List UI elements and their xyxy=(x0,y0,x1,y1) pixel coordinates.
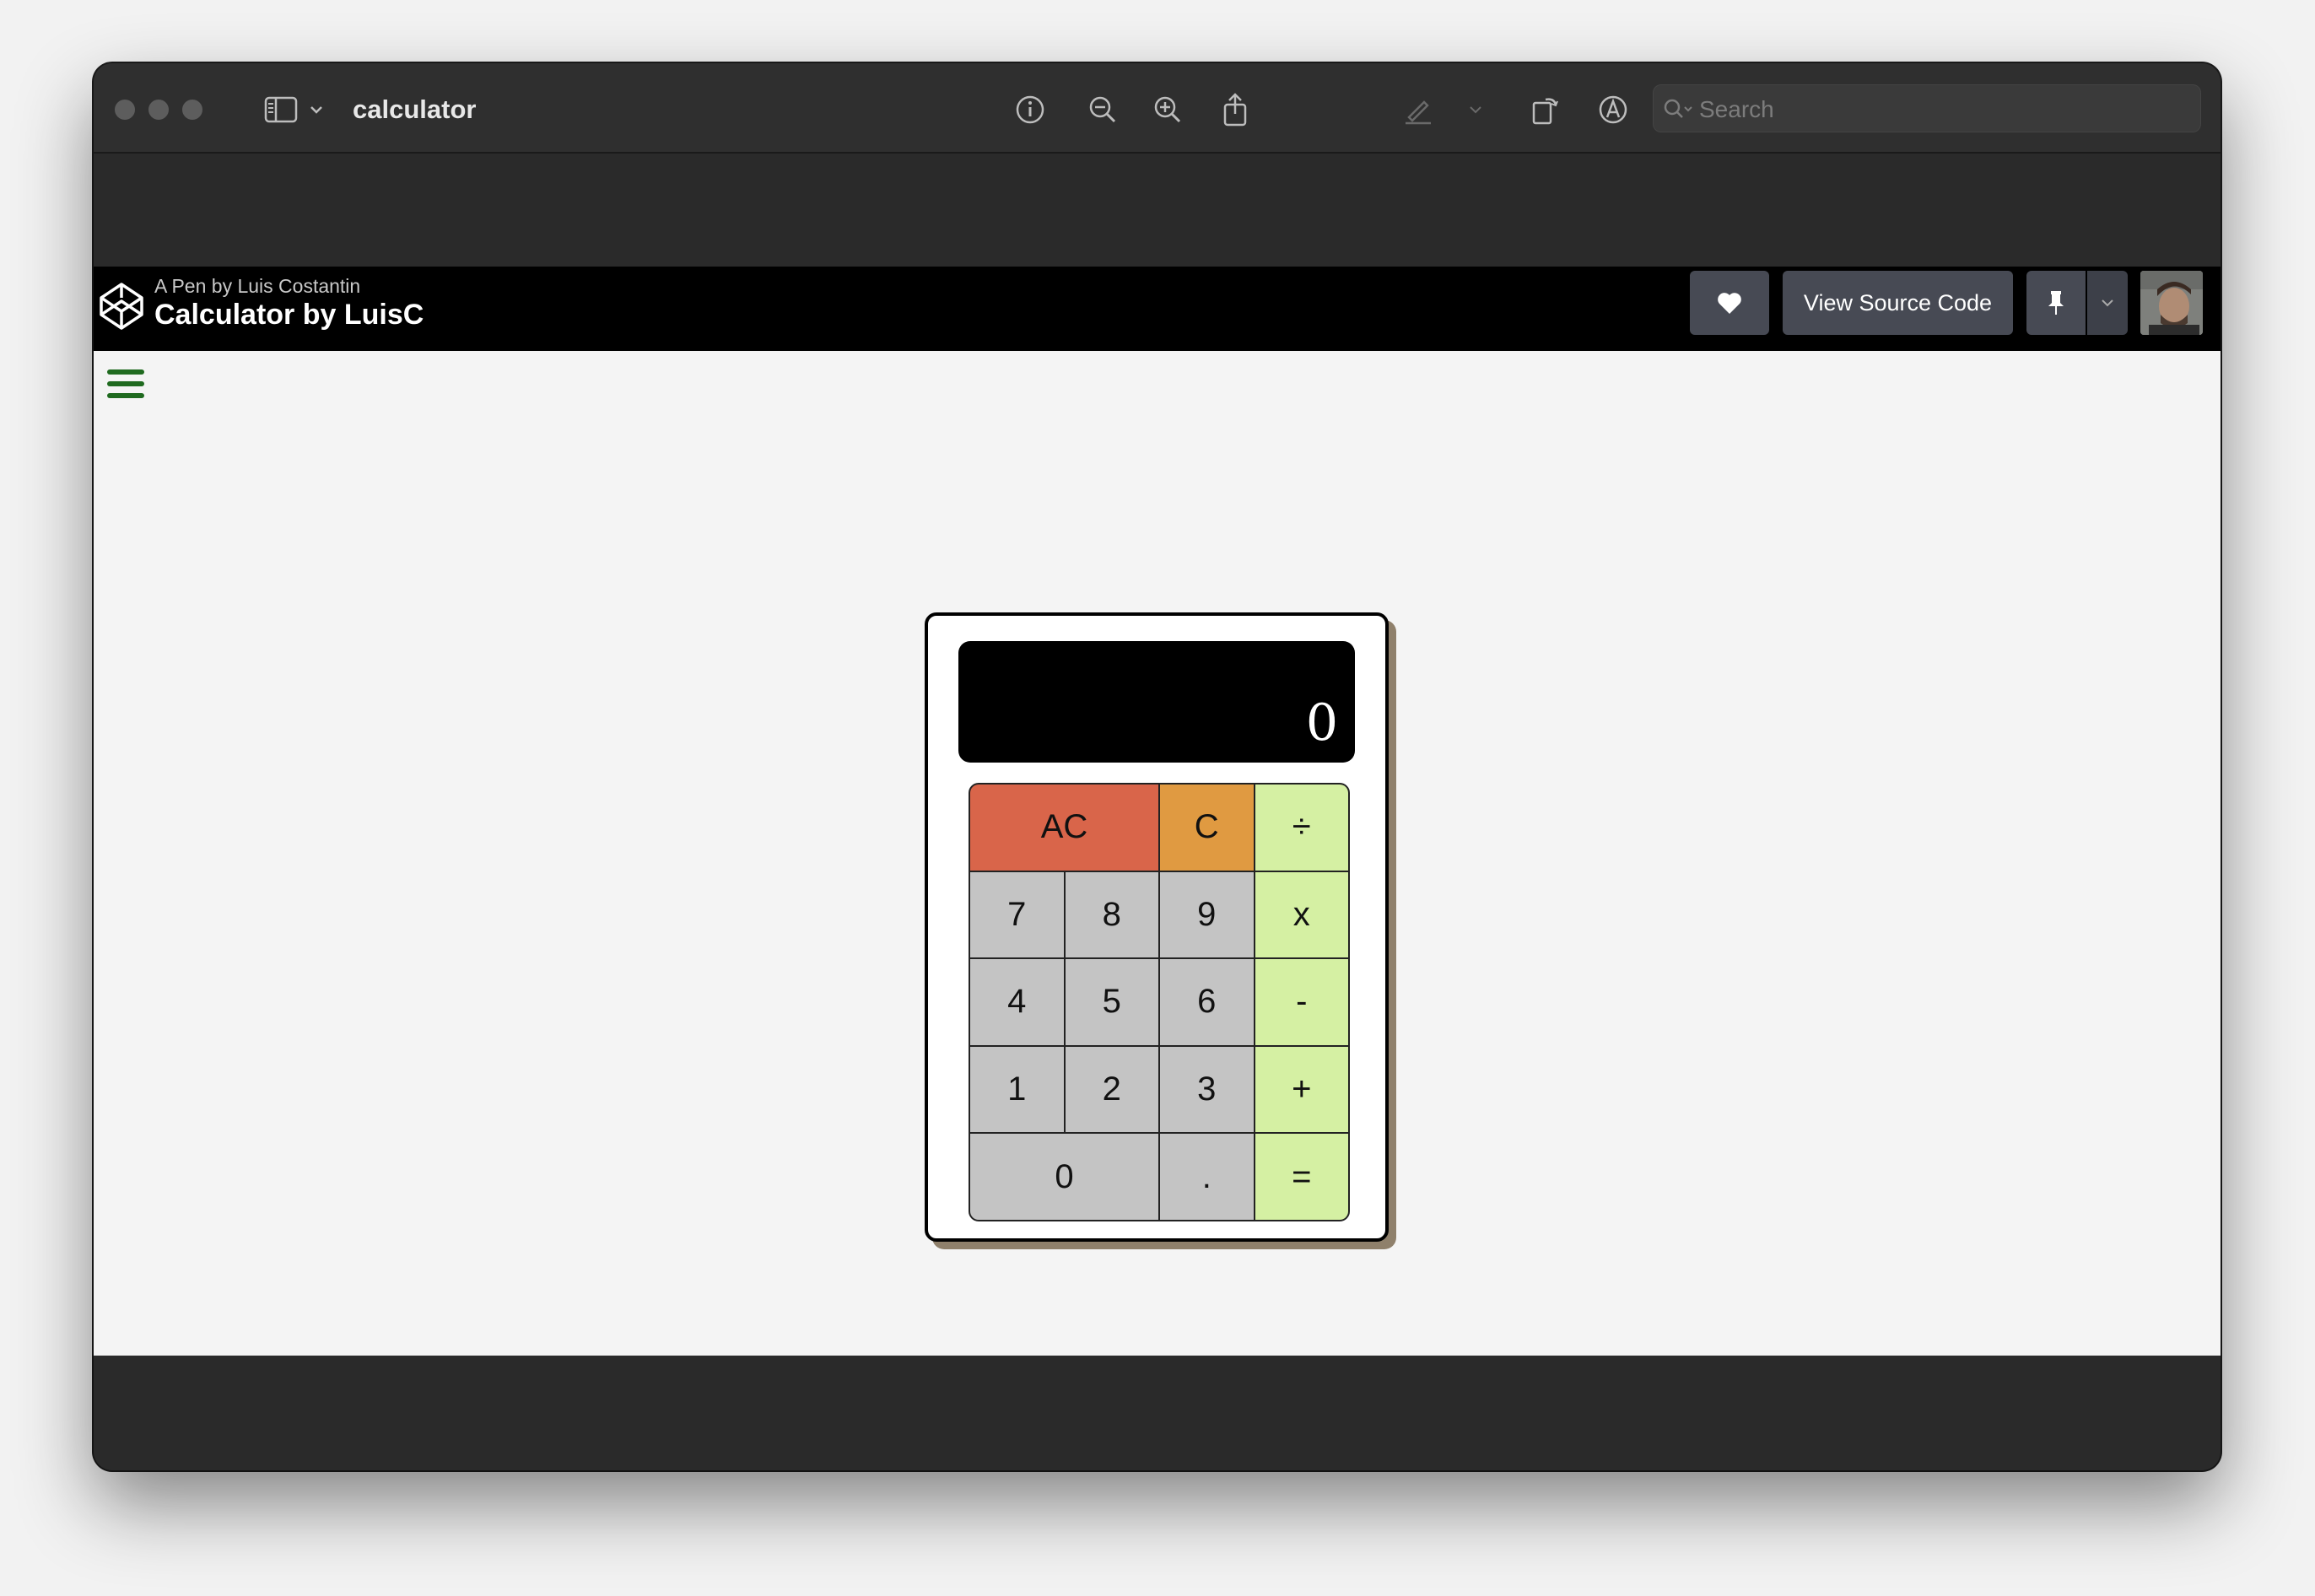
avatar[interactable] xyxy=(2140,271,2203,335)
pin-button[interactable] xyxy=(2026,271,2086,335)
markup-pen-icon[interactable] xyxy=(1400,89,1437,131)
close-window-button[interactable] xyxy=(115,100,135,120)
pen-author[interactable]: A Pen by Luis Costantin xyxy=(154,275,360,298)
digit-9-button[interactable]: 9 xyxy=(1160,871,1254,958)
codepen-header: A Pen by Luis Costantin Calculator by Lu… xyxy=(94,267,2221,351)
zoom-window-button[interactable] xyxy=(182,100,202,120)
preview-window: calculator Search A Pen by Luis Costanti… xyxy=(94,63,2221,1470)
annotate-icon[interactable] xyxy=(1595,89,1632,131)
pen-title: Calculator by LuisC xyxy=(154,299,424,331)
rotate-icon[interactable] xyxy=(1526,89,1563,131)
digit-2-button[interactable]: 2 xyxy=(1065,1046,1158,1133)
search-icon xyxy=(1664,99,1692,118)
heart-icon xyxy=(1718,292,1741,314)
pin-icon xyxy=(2048,291,2064,315)
zoom-out-icon[interactable] xyxy=(1084,89,1121,131)
display-value: 0 xyxy=(1305,693,1338,752)
view-source-button[interactable]: View Source Code xyxy=(1783,271,2013,335)
divide-button[interactable]: ÷ xyxy=(1255,785,1348,871)
sidebar-icon[interactable] xyxy=(262,89,299,131)
digit-1-button[interactable]: 1 xyxy=(970,1046,1064,1133)
digit-5-button[interactable]: 5 xyxy=(1065,959,1158,1045)
bottom-bar xyxy=(94,1356,2221,1470)
toolbar-spacer xyxy=(94,154,2221,267)
all-clear-button[interactable]: AC xyxy=(970,785,1158,871)
zoom-in-icon[interactable] xyxy=(1149,89,1186,131)
chevron-down-icon[interactable] xyxy=(1465,89,1486,131)
hamburger-menu-icon[interactable] xyxy=(107,369,144,405)
digit-0-button[interactable]: 0 xyxy=(970,1134,1158,1220)
window-title: calculator xyxy=(353,94,477,124)
keypad: AC C ÷ 7 8 9 x 4 5 6 - 1 2 3 + 0 . = xyxy=(969,783,1350,1221)
pen-preview: 0 AC C ÷ 7 8 9 x 4 5 6 - 1 2 3 + 0 . = xyxy=(94,351,2221,1356)
digit-6-button[interactable]: 6 xyxy=(1160,959,1254,1045)
chevron-down-icon[interactable] xyxy=(306,89,326,131)
decimal-button[interactable]: . xyxy=(1160,1134,1254,1220)
info-icon[interactable] xyxy=(1012,89,1049,131)
codepen-logo-icon[interactable] xyxy=(97,280,146,337)
clear-button[interactable]: C xyxy=(1160,785,1254,871)
search-placeholder: Search xyxy=(1699,96,1774,122)
digit-3-button[interactable]: 3 xyxy=(1160,1046,1254,1133)
heart-button[interactable] xyxy=(1690,271,1769,335)
chevron-down-icon xyxy=(2102,299,2113,307)
title-bar: calculator Search xyxy=(94,63,2221,154)
share-icon[interactable] xyxy=(1217,89,1254,131)
digit-7-button[interactable]: 7 xyxy=(970,871,1064,958)
add-button[interactable]: + xyxy=(1255,1046,1348,1133)
search-field[interactable]: Search xyxy=(1653,84,2201,132)
digit-8-button[interactable]: 8 xyxy=(1065,871,1158,958)
calculator-display: 0 xyxy=(958,641,1355,763)
calculator: 0 AC C ÷ 7 8 9 x 4 5 6 - 1 2 3 + 0 . = xyxy=(925,612,1389,1242)
digit-4-button[interactable]: 4 xyxy=(970,959,1064,1045)
pin-menu-button[interactable] xyxy=(2087,271,2128,335)
subtract-button[interactable]: - xyxy=(1255,959,1348,1045)
minimize-window-button[interactable] xyxy=(148,100,169,120)
multiply-button[interactable]: x xyxy=(1255,871,1348,958)
equals-button[interactable]: = xyxy=(1255,1134,1348,1220)
